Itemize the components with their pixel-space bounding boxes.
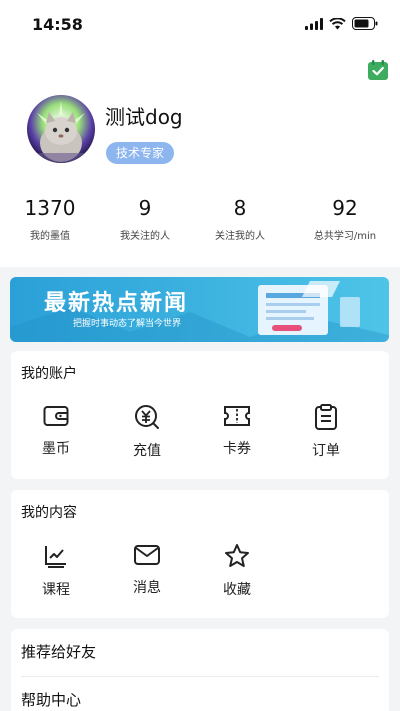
- wifi-icon: [329, 17, 346, 29]
- content-item-label: 课程: [42, 582, 70, 598]
- profile-header: 测试dog 技术专家 1370 我的墨值 9 我关注的人 8 关注我的人 92 …: [0, 50, 400, 267]
- account-item-label: 充值: [133, 443, 161, 459]
- content-item-message[interactable]: 消息: [117, 543, 177, 597]
- menu-list: 推荐给好友 帮助中心: [11, 629, 389, 711]
- stats-row: 1370 我的墨值 9 我关注的人 8 关注我的人 92 总共学习/min: [0, 195, 400, 242]
- avatar[interactable]: [27, 95, 95, 163]
- avatar-image: [27, 95, 95, 163]
- order-icon: [315, 404, 337, 430]
- username: 测试dog: [105, 105, 183, 129]
- content-title: 我的内容: [21, 505, 77, 521]
- account-card: 我的账户 墨币 充值 卡券 订单: [11, 351, 389, 479]
- account-item-order[interactable]: 订单: [296, 404, 356, 460]
- message-icon: [134, 545, 160, 565]
- content-item-label: 消息: [133, 580, 161, 596]
- banner-subline: 把握时事动态了解当今世界: [73, 319, 182, 329]
- status-time: 14:58: [32, 15, 83, 34]
- account-item-ink-coin[interactable]: 墨币: [26, 404, 86, 458]
- stat-following[interactable]: 9 我关注的人: [100, 195, 190, 242]
- recharge-icon: [135, 405, 159, 429]
- stat-label: 我关注的人: [120, 231, 170, 242]
- account-item-recharge[interactable]: 充值: [117, 404, 177, 460]
- course-icon: [45, 546, 66, 568]
- wallet-icon: [43, 406, 69, 426]
- star-icon: [225, 544, 249, 567]
- content-item-favorites[interactable]: 收藏: [207, 543, 267, 599]
- menu-help-center[interactable]: 帮助中心: [21, 689, 81, 710]
- stat-label: 总共学习/min: [313, 231, 377, 242]
- stat-label: 我的墨值: [30, 231, 70, 242]
- account-title: 我的账户: [21, 366, 77, 382]
- account-item-label: 卡券: [223, 441, 251, 457]
- content-item-course[interactable]: 课程: [26, 543, 86, 599]
- status-bar: 14:58: [0, 0, 400, 50]
- account-item-label: 订单: [312, 443, 340, 459]
- menu-recommend-friends[interactable]: 推荐给好友: [21, 641, 96, 662]
- stat-value: 8: [233, 196, 247, 220]
- account-item-label: 墨币: [42, 441, 70, 457]
- expert-badge: 技术专家: [106, 142, 175, 164]
- status-icons: [305, 17, 378, 30]
- ticket-icon: [224, 406, 250, 426]
- divider: [21, 676, 379, 677]
- stat-ink-value[interactable]: 1370 我的墨值: [0, 195, 100, 242]
- stat-value: 9: [138, 196, 152, 220]
- news-banner[interactable]: 最新热点新闻 把握时事动态了解当今世界: [10, 277, 389, 342]
- stat-label: 关注我的人: [215, 231, 265, 242]
- stat-study-time[interactable]: 92 总共学习/min: [290, 195, 400, 242]
- signal-icon: [305, 17, 323, 30]
- stat-value: 92: [332, 196, 358, 220]
- stat-value: 1370: [24, 196, 76, 220]
- stat-followers[interactable]: 8 关注我的人: [190, 195, 290, 242]
- banner-headline: 最新热点新闻: [44, 291, 189, 316]
- account-item-coupon[interactable]: 卡券: [207, 404, 267, 458]
- content-card: 我的内容 课程 消息 收藏: [11, 490, 389, 618]
- battery-icon: [352, 17, 378, 30]
- content-item-label: 收藏: [223, 582, 251, 598]
- checkin-calendar-icon[interactable]: [368, 60, 388, 80]
